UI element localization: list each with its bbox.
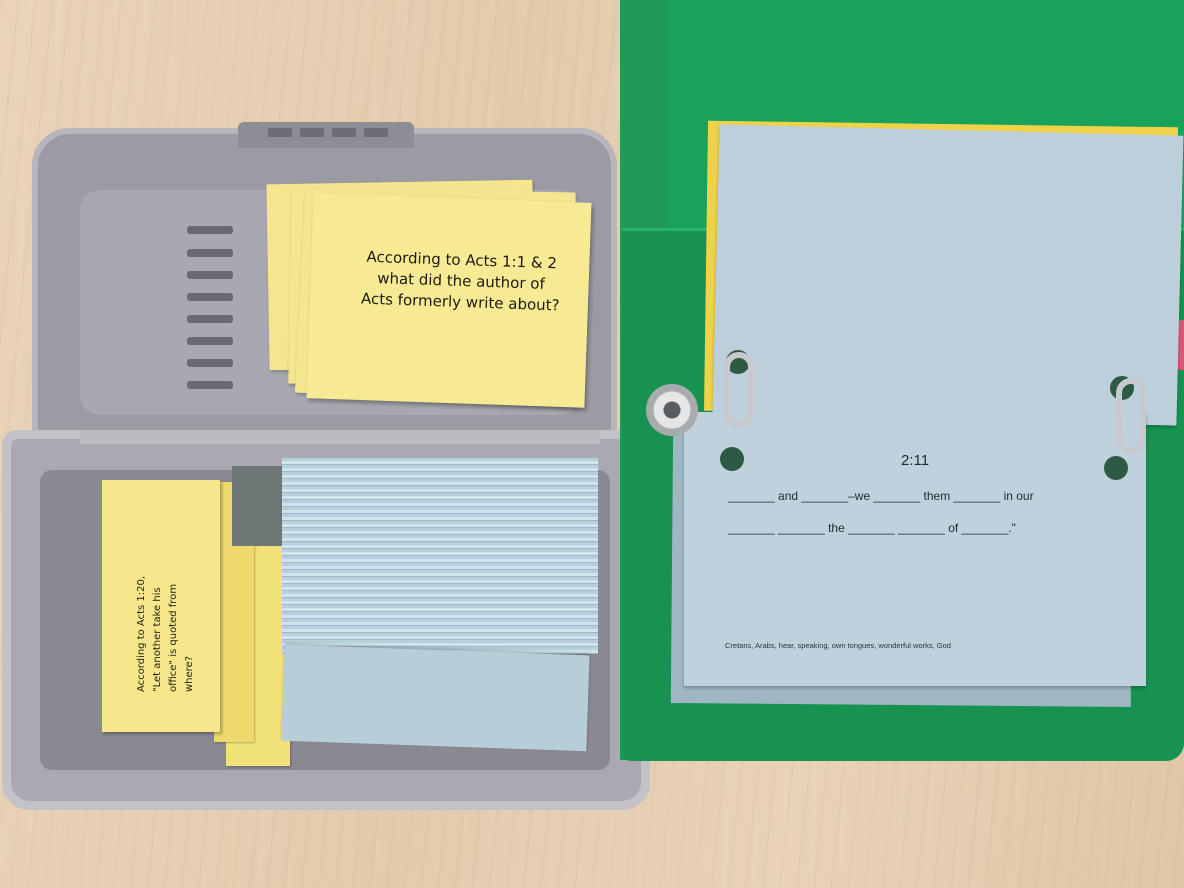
folder-rivet xyxy=(646,384,698,436)
binder-ring xyxy=(724,352,754,428)
fill-in-line-2: _______ _______ the _______ _______ of _… xyxy=(728,521,1016,535)
lid-rib xyxy=(187,293,233,301)
binder-ring xyxy=(1116,378,1146,454)
lid-rib xyxy=(187,359,233,367)
box-hinge xyxy=(80,430,600,444)
verse-reference: 2:11 xyxy=(900,452,930,469)
box-latch xyxy=(238,122,414,148)
blue-card-front xyxy=(281,644,590,752)
fill-in-line-1: _______ and _______–we _______ them ____… xyxy=(728,489,1034,503)
lid-rib xyxy=(187,337,233,345)
side-question-line: According to Acts 1:20, xyxy=(136,575,147,692)
lid-rib xyxy=(187,381,233,389)
lid-rib xyxy=(187,315,233,323)
side-question-text: According to Acts 1:20, "Let another tak… xyxy=(134,552,198,692)
lid-rib xyxy=(187,249,233,257)
question-card-text: According to Acts 1:1 & 2 what did the a… xyxy=(355,246,567,316)
side-question-line: where? xyxy=(184,655,195,692)
lid-rib xyxy=(187,226,233,234)
side-question-line: "Let another take his xyxy=(152,587,163,692)
side-question-line: office" is quoted from xyxy=(168,583,179,692)
word-bank: Cretans, Arabs, hear, speaking, own tong… xyxy=(725,641,951,650)
blue-card-stack xyxy=(282,458,598,654)
lid-rib xyxy=(187,271,233,279)
